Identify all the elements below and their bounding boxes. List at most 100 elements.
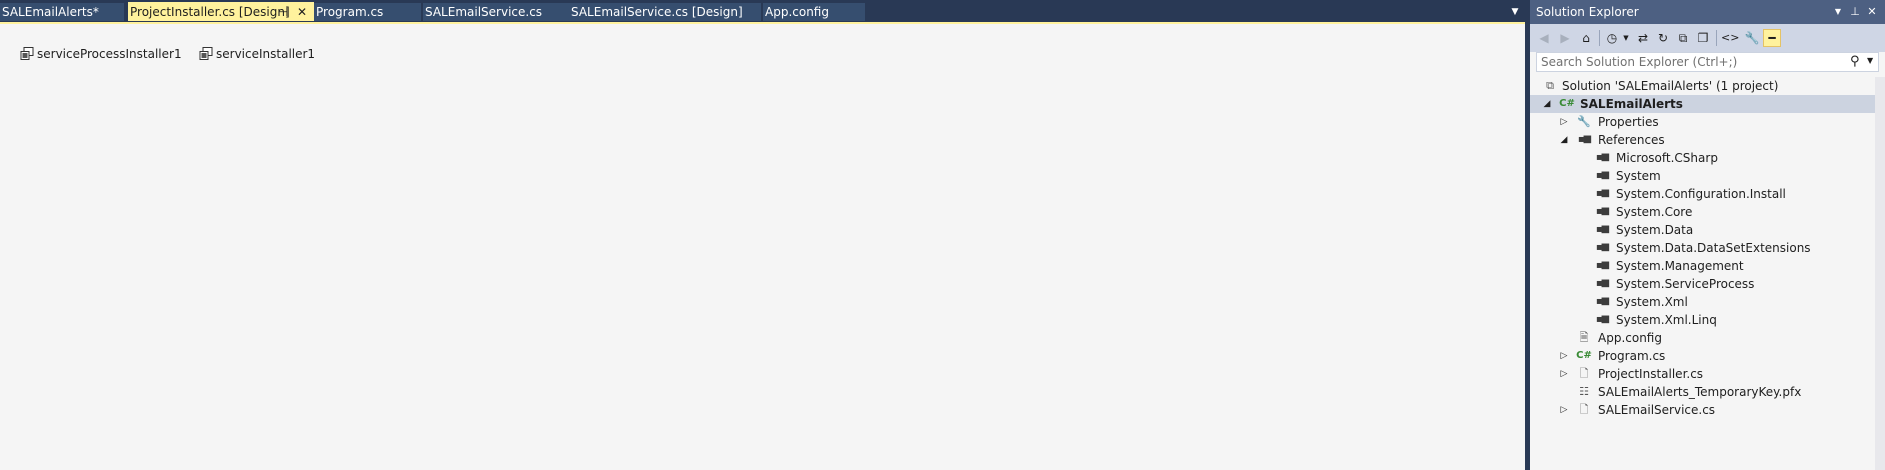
tree-node-label: Properties [1598, 115, 1659, 129]
view-code-icon[interactable]: <> [1721, 29, 1739, 47]
preview-icon[interactable]: ━ [1763, 29, 1781, 47]
component-service-process-installer[interactable]: serviceProcessInstaller1 [20, 46, 182, 62]
window-position-dropdown-icon[interactable]: ▼ [1831, 5, 1845, 19]
collapsed-arrow-icon[interactable]: ▷ [1559, 401, 1569, 419]
reference-icon: ▪■ [1595, 296, 1610, 307]
tree-node-project[interactable]: ◢ C# SALEmailAlerts [1530, 95, 1875, 113]
tab-program-cs[interactable]: Program.cs [314, 3, 421, 21]
tree-node-label: References [1598, 133, 1665, 147]
tab-app-config[interactable]: App.config [763, 3, 865, 21]
search-options-dropdown-icon[interactable]: ▼ [1867, 56, 1873, 65]
reference-icon: ▪■ [1595, 278, 1610, 289]
search-input[interactable] [1541, 54, 1841, 70]
tree-node-properties[interactable]: ▷ 🔧 Properties [1530, 113, 1875, 131]
tab-projectinstaller-design[interactable]: ProjectInstaller.cs [Design] ⊣ ✕ [128, 2, 314, 21]
tree-node-projectinstaller-cs[interactable]: ▷ 🗋 ProjectInstaller.cs [1530, 365, 1875, 383]
tree-node-app-config[interactable]: 🗎 App.config [1530, 329, 1875, 347]
tree-node-reference[interactable]: ▪■ System [1530, 167, 1875, 185]
tree-node-reference[interactable]: ▪■ System.Xml [1530, 293, 1875, 311]
show-all-files-icon[interactable]: ❐ [1694, 29, 1712, 47]
config-file-icon: 🗎 [1579, 331, 1589, 344]
tree-node-label: SALEmailAlerts [1580, 97, 1683, 111]
collapse-all-icon[interactable]: ⧉ [1674, 29, 1692, 47]
csharp-file-icon: C# [1576, 350, 1592, 361]
tree-node-label: System.Configuration.Install [1616, 187, 1786, 201]
tab-label: App.config [765, 5, 829, 19]
tree-node-salemailservice-cs[interactable]: ▷ 🗋 SALEmailService.cs [1530, 401, 1875, 419]
component-service-installer[interactable]: serviceInstaller1 [199, 46, 315, 62]
vertical-scrollbar[interactable] [1875, 77, 1885, 470]
toolbar-separator [1599, 30, 1600, 46]
tab-salemailservice-cs[interactable]: SALEmailService.cs [423, 3, 569, 21]
tree-node-reference[interactable]: ▪■ System.Data [1530, 221, 1875, 239]
certificate-icon: ☷ [1579, 385, 1589, 398]
wrench-icon: 🔧 [1577, 115, 1591, 128]
document-tab-strip: SALEmailAlerts* ProjectInstaller.cs [Des… [0, 0, 1525, 22]
home-icon[interactable]: ⌂ [1577, 29, 1595, 47]
tab-label: SALEmailService.cs [425, 5, 543, 19]
tree-node-label: ProjectInstaller.cs [1598, 367, 1704, 381]
panel-title: Solution Explorer [1536, 5, 1639, 19]
solution-explorer-toolbar: ◀ ▶ ⌂ ◷ ▼ ⇄ ↻ ⧉ ❐ <> 🔧 ━ [1530, 24, 1885, 52]
expanded-arrow-icon[interactable]: ◢ [1559, 131, 1569, 149]
collapsed-arrow-icon[interactable]: ▷ [1559, 347, 1569, 365]
reference-icon: ▪■ [1595, 152, 1610, 163]
reference-icon: ▪■ [1595, 188, 1610, 199]
close-icon[interactable]: ✕ [295, 4, 309, 21]
tree-node-reference[interactable]: ▪■ System.ServiceProcess [1530, 275, 1875, 293]
tree-node-label: System.Xml [1616, 295, 1688, 309]
tree-node-label: System.Data.DataSetExtensions [1616, 241, 1811, 255]
tree-node-label: System.Core [1616, 205, 1693, 219]
tree-node-reference[interactable]: ▪■ System.Core [1530, 203, 1875, 221]
collapsed-arrow-icon[interactable]: ▷ [1559, 365, 1569, 383]
tree-node-label: Program.cs [1598, 349, 1666, 363]
pending-changes-dropdown-icon[interactable]: ▼ [1617, 29, 1635, 47]
tree-node-references[interactable]: ◢ ▪■ References [1530, 131, 1875, 149]
component-label: serviceInstaller1 [216, 47, 316, 61]
tab-overflow-dropdown-icon[interactable]: ▼ [1508, 5, 1522, 19]
tree-node-reference[interactable]: ▪■ System.Xml.Linq [1530, 311, 1875, 329]
component-icon [20, 47, 34, 60]
tree-node-label: System.Management [1616, 259, 1744, 273]
tab-label: SALEmailService.cs [Design] [571, 5, 743, 19]
refresh-icon[interactable]: ↻ [1654, 29, 1672, 47]
toolbar-separator [1716, 30, 1717, 46]
tree-node-label: SALEmailService.cs [1598, 403, 1716, 417]
tree-node-label: System.ServiceProcess [1616, 277, 1755, 291]
tree-node-temporary-key[interactable]: ☷ SALEmailAlerts_TemporaryKey.pfx [1530, 383, 1875, 401]
tree-node-program-cs[interactable]: ▷ C# Program.cs [1530, 347, 1875, 365]
reference-icon: ▪■ [1595, 170, 1610, 181]
tree-node-label: System [1616, 169, 1661, 183]
pin-icon[interactable]: ⊣ [276, 4, 290, 21]
tree-node-label: System.Xml.Linq [1616, 313, 1717, 327]
tab-salemailalerts[interactable]: SALEmailAlerts* [0, 3, 124, 21]
solution-explorer-titlebar: Solution Explorer ▼ ⊥ ✕ [1530, 0, 1885, 24]
properties-icon[interactable]: 🔧 [1743, 29, 1761, 47]
tree-node-label: SALEmailAlerts_TemporaryKey.pfx [1598, 385, 1802, 399]
file-icon: 🗋 [1579, 403, 1589, 416]
tree-node-reference[interactable]: ▪■ Microsoft.CSharp [1530, 149, 1875, 167]
tree-node-reference[interactable]: ▪■ System.Configuration.Install [1530, 185, 1875, 203]
back-icon[interactable]: ◀ [1535, 29, 1553, 47]
sync-icon[interactable]: ⇄ [1634, 29, 1652, 47]
solution-explorer-search[interactable]: ⚲ ▼ [1536, 52, 1879, 72]
auto-hide-pin-icon[interactable]: ⊥ [1848, 5, 1862, 19]
tree-node-solution[interactable]: ⧉ Solution 'SALEmailAlerts' (1 project) [1530, 77, 1875, 95]
solution-icon: ⧉ [1546, 79, 1554, 92]
reference-icon: ▪■ [1595, 224, 1610, 235]
component-designer-surface[interactable]: serviceProcessInstaller1 serviceInstalle… [0, 22, 1525, 470]
collapsed-arrow-icon[interactable]: ▷ [1559, 113, 1569, 131]
tree-node-label: Solution 'SALEmailAlerts' (1 project) [1562, 79, 1779, 93]
tab-label: ProjectInstaller.cs [Design] [130, 5, 290, 19]
tree-node-reference[interactable]: ▪■ System.Management [1530, 257, 1875, 275]
search-icon[interactable]: ⚲ [1850, 54, 1860, 69]
forward-icon[interactable]: ▶ [1556, 29, 1574, 47]
expanded-arrow-icon[interactable]: ◢ [1542, 95, 1552, 113]
tab-salemailservice-design[interactable]: SALEmailService.cs [Design] [569, 3, 761, 21]
tree-node-label: App.config [1598, 331, 1662, 345]
tree-node-reference[interactable]: ▪■ System.Data.DataSetExtensions [1530, 239, 1875, 257]
reference-icon: ▪■ [1595, 314, 1610, 325]
component-label: serviceProcessInstaller1 [37, 47, 182, 61]
reference-icon: ▪■ [1595, 242, 1610, 253]
close-icon[interactable]: ✕ [1865, 5, 1879, 19]
